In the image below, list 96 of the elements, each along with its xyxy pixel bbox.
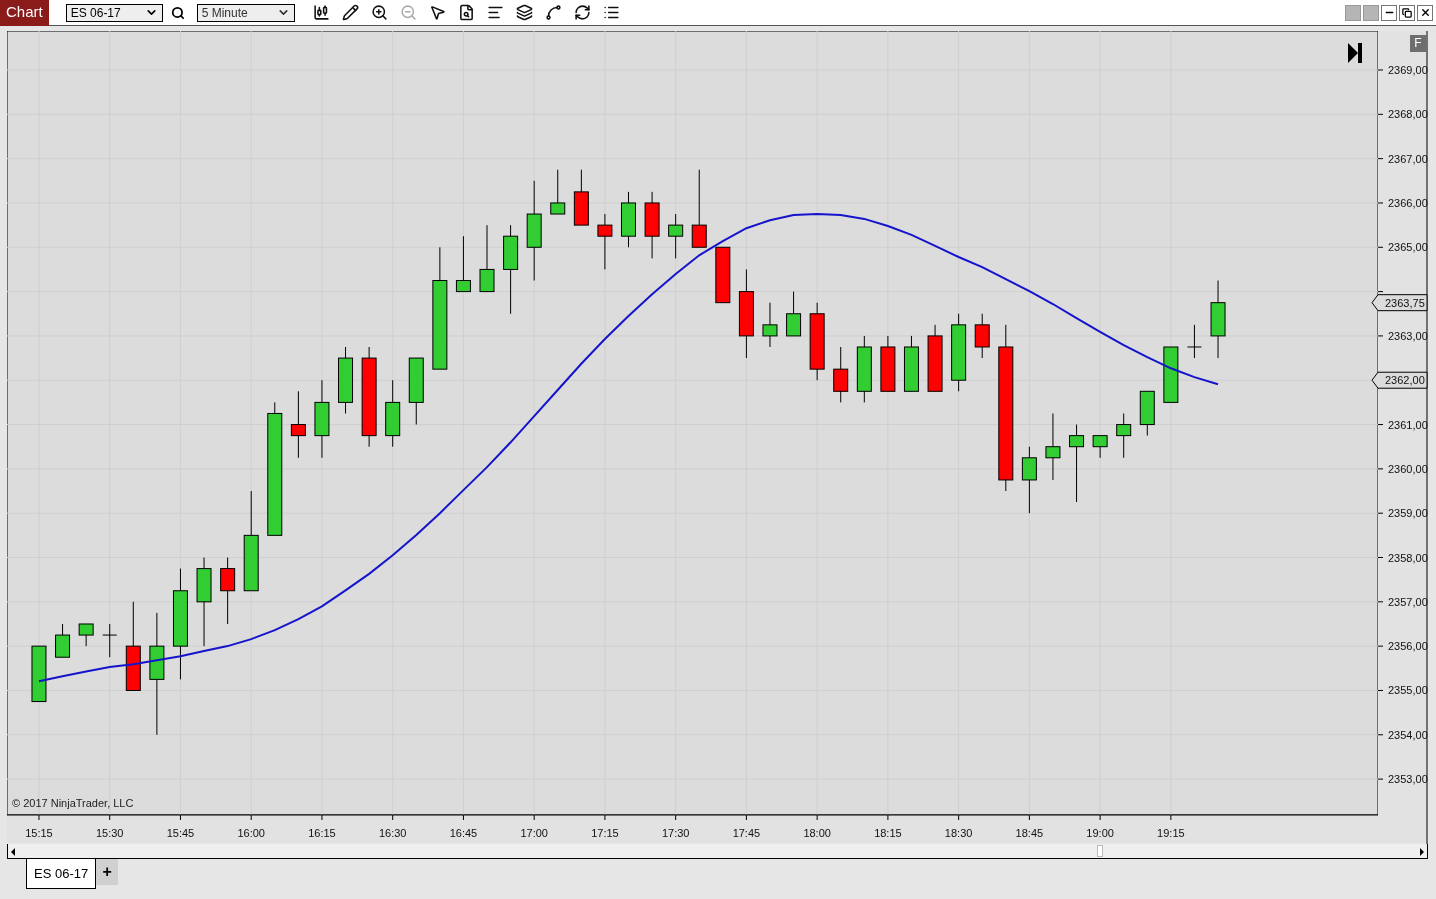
time-label: 16:15 bbox=[308, 827, 336, 839]
horizontal-scrollbar[interactable] bbox=[7, 844, 1428, 859]
candlestick bbox=[55, 623, 71, 658]
scroll-thumb[interactable] bbox=[1097, 845, 1103, 857]
pencil-icon[interactable] bbox=[341, 4, 359, 21]
price-marker: 2362,00 bbox=[1371, 371, 1428, 389]
candlestick bbox=[668, 213, 684, 259]
search-icon[interactable] bbox=[170, 5, 185, 20]
time-label: 18:00 bbox=[803, 827, 831, 839]
minimize-button[interactable] bbox=[1381, 4, 1397, 21]
price-label: 2358,00 bbox=[1388, 551, 1428, 564]
time-label: 17:00 bbox=[520, 827, 548, 839]
bars-icon[interactable] bbox=[486, 4, 504, 21]
restore-icon bbox=[1402, 7, 1412, 18]
time-label: 18:15 bbox=[874, 827, 902, 839]
candlestick bbox=[479, 224, 495, 293]
price-label: 2354,00 bbox=[1388, 728, 1428, 741]
time-label: 16:30 bbox=[378, 827, 407, 839]
price-label: 2353,00 bbox=[1388, 773, 1428, 786]
candlestick bbox=[102, 623, 118, 658]
candlestick bbox=[762, 302, 778, 348]
candlestick bbox=[621, 191, 636, 248]
candlestick bbox=[597, 213, 613, 270]
copyright-text: © 2017 NinjaTrader, LLC bbox=[12, 796, 134, 811]
candlestick bbox=[31, 645, 47, 703]
price-label: 2363,00 bbox=[1388, 329, 1428, 342]
candlestick bbox=[715, 246, 731, 304]
candlestick bbox=[408, 357, 424, 426]
window-control-icon[interactable] bbox=[1345, 4, 1361, 21]
candlestick-icon[interactable] bbox=[312, 4, 330, 21]
candlestick bbox=[338, 346, 353, 414]
time-label: 16:45 bbox=[449, 827, 478, 839]
candlestick bbox=[455, 235, 471, 293]
candlestick bbox=[927, 324, 943, 392]
candlestick bbox=[78, 623, 94, 647]
candlestick bbox=[833, 346, 849, 403]
list-icon[interactable] bbox=[602, 4, 620, 21]
price-label: 2365,00 bbox=[1388, 241, 1428, 254]
candlestick bbox=[1021, 446, 1037, 514]
zoom-in-icon[interactable] bbox=[370, 4, 388, 21]
candlestick bbox=[220, 557, 236, 625]
reload-icon[interactable] bbox=[573, 4, 591, 21]
chart-tab[interactable]: ES 06-17 bbox=[26, 859, 97, 889]
jump-to-end-icon[interactable] bbox=[1348, 43, 1362, 63]
candlestick bbox=[1139, 390, 1155, 437]
scroll-left-icon[interactable] bbox=[11, 848, 15, 856]
time-label: 16:00 bbox=[237, 827, 265, 839]
window-title: Chart bbox=[0, 0, 49, 26]
candlestick bbox=[1045, 412, 1061, 481]
candlestick bbox=[550, 169, 566, 215]
price-label: 2360,00 bbox=[1388, 462, 1428, 475]
candlestick bbox=[974, 313, 990, 359]
time-label: 17:15 bbox=[591, 827, 619, 839]
layers-icon[interactable] bbox=[515, 4, 533, 21]
price-label: 2355,00 bbox=[1388, 684, 1428, 697]
time-label: 19:15 bbox=[1157, 827, 1185, 839]
candlestick bbox=[903, 335, 919, 392]
price-label: 2369,00 bbox=[1388, 64, 1428, 76]
candlestick bbox=[290, 390, 306, 459]
time-label: 18:30 bbox=[944, 827, 973, 839]
close-icon bbox=[1419, 7, 1431, 18]
document-search-icon[interactable] bbox=[457, 4, 475, 21]
instrument-dropdown[interactable]: ES 06-17 bbox=[65, 3, 163, 22]
price-label: 2361,00 bbox=[1388, 418, 1428, 431]
pointer-icon[interactable] bbox=[428, 4, 446, 21]
candlestick bbox=[1186, 324, 1202, 359]
time-label: 15:15 bbox=[25, 827, 53, 839]
restore-button[interactable] bbox=[1399, 4, 1415, 21]
time-label: 17:30 bbox=[661, 827, 690, 839]
price-label: 2368,00 bbox=[1388, 108, 1428, 121]
candlestick bbox=[786, 291, 802, 337]
candlestick bbox=[1092, 435, 1108, 459]
candlestick bbox=[385, 379, 401, 448]
time-label: 18:45 bbox=[1015, 827, 1044, 839]
close-button[interactable] bbox=[1417, 4, 1433, 21]
price-label: 2366,00 bbox=[1388, 196, 1428, 209]
price-label: 2359,00 bbox=[1388, 507, 1428, 520]
candlestick bbox=[1116, 412, 1132, 459]
candlestick bbox=[1163, 346, 1179, 403]
spline-icon[interactable] bbox=[544, 4, 562, 21]
candlestick bbox=[880, 335, 896, 392]
scroll-right-icon[interactable] bbox=[1420, 848, 1424, 856]
fixed-scale-button[interactable]: F bbox=[1410, 35, 1426, 52]
time-label: 15:30 bbox=[95, 827, 124, 839]
price-label: 2367,00 bbox=[1388, 152, 1428, 165]
interval-dropdown[interactable]: 5 Minute bbox=[196, 3, 295, 22]
price-label: 2356,00 bbox=[1388, 640, 1428, 653]
time-label: 15:45 bbox=[166, 827, 195, 839]
candlestick bbox=[644, 191, 660, 259]
candlestick bbox=[856, 335, 872, 403]
price-marker: 2363,75 bbox=[1371, 294, 1428, 312]
time-label: 17:45 bbox=[732, 827, 761, 839]
add-tab-button[interactable]: + bbox=[96, 859, 119, 885]
candlestick bbox=[573, 169, 589, 226]
price-label: 2357,00 bbox=[1388, 595, 1428, 608]
time-label: 19:00 bbox=[1086, 827, 1114, 839]
